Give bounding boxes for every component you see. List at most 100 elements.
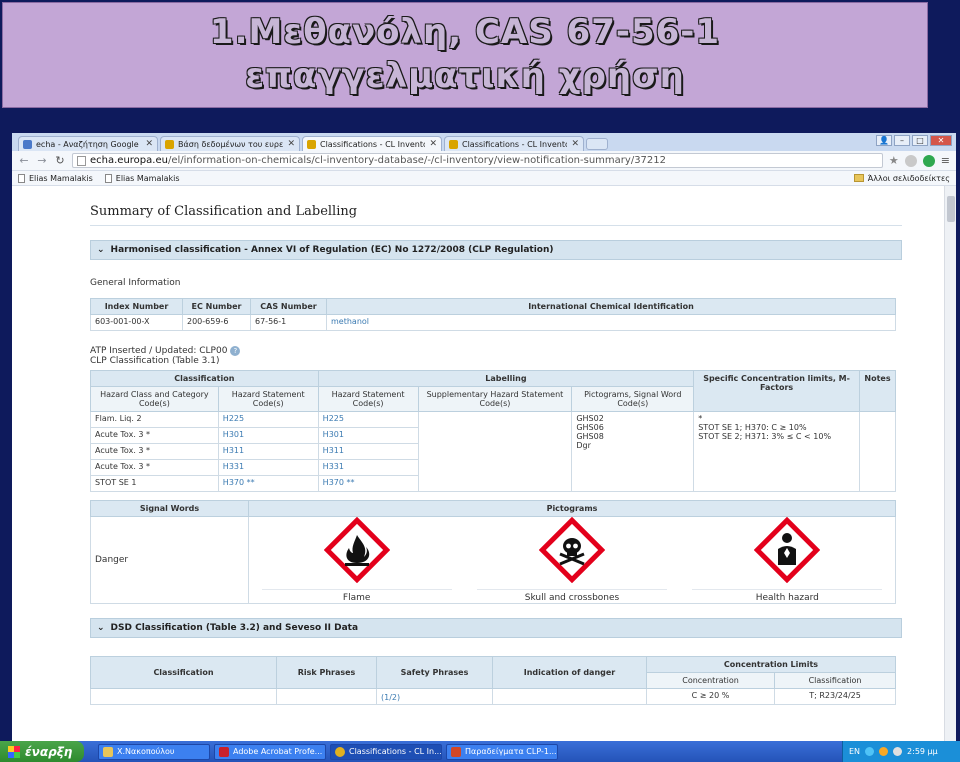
group-scl: Specific Concentration limits, M-Factors [693,370,860,412]
task-label: Classifications - CL In... [349,747,442,756]
page-viewport: Summary of Classification and Labelling … [12,186,956,741]
pictogram-row: Flame Skull and crossbones Health hazard [249,517,895,603]
start-button[interactable]: έναρξη [0,741,84,762]
back-icon[interactable]: ← [18,154,30,167]
tab-database[interactable]: Βάση δεδομένων του ευρετη ✕ [160,136,300,151]
limit-classification-value: T; R23/24/25 [774,688,896,705]
label-hazard-statement-link[interactable]: H331 [323,462,344,471]
system-tray: EN 2:59 μμ [842,741,960,762]
tab-classifications-active[interactable]: Classifications - CL Inventory ✕ [302,136,442,151]
col-cas-number: CAS Number [250,298,327,315]
bookmarks-bar: Elias Mamalakis Elias Mamalakis Άλλοι σε… [12,171,956,186]
acrobat-icon [219,746,229,757]
hazard-statement-link[interactable]: H370 ** [223,478,255,487]
close-icon[interactable]: ✕ [287,139,295,149]
pictogram-skull: Skull and crossbones [476,517,667,603]
page-content: Summary of Classification and Labelling … [90,186,902,705]
other-bookmarks[interactable]: Άλλοι σελιδοδείκτες [853,173,950,183]
tab-google-search[interactable]: echa - Αναζήτηση Google ✕ [18,136,158,151]
help-icon[interactable]: ? [230,346,241,356]
volume-icon[interactable] [893,747,903,756]
label-hazard-statement-link[interactable]: H225 [323,414,344,423]
pictogram-code: GHS06 [576,423,604,432]
browser-window: echa - Αναζήτηση Google ✕ Βάση δεδομένων… [12,133,956,741]
google-icon [23,139,32,149]
group-labelling: Labelling [317,370,695,387]
new-tab-button[interactable] [586,138,608,150]
minimize-button[interactable]: – [894,135,910,146]
window-controls: 👤 – □ ✕ [876,135,952,146]
bookmark-item[interactable]: Elias Mamalakis [18,173,93,183]
url-input[interactable]: echa.europa.eu/el/information-on-chemica… [72,153,883,168]
sync-icon[interactable] [922,154,935,167]
indication-cell [492,688,647,705]
label-hazard-statement-link[interactable]: H311 [323,446,344,455]
taskbar-item-chrome[interactable]: Classifications - CL In... [330,743,442,760]
tab-label: Classifications - CL Inventory [462,139,568,149]
col-pictograms-header: Pictograms [248,500,896,517]
taskbar-item-folder[interactable]: X.Νακοπούλου [98,743,210,760]
security-icon[interactable] [879,747,889,756]
maximize-button[interactable]: □ [912,135,928,146]
scl-cell: * STOT SE 1; H370: C ≥ 10% STOT SE 2; H3… [693,411,860,492]
bookmark-label: Elias Mamalakis [29,173,93,183]
pictogram-flame: Flame [261,517,452,603]
windows-taskbar: έναρξη X.Νακοπούλου Adobe Acrobat Profe.… [0,741,960,762]
bookmark-item[interactable]: Elias Mamalakis [104,173,180,183]
tab-classifications[interactable]: Classifications - CL Inventory ✕ [444,136,584,151]
harmonised-section-header[interactable]: ⌄ Harmonised classification - Annex VI o… [90,240,902,260]
risk-phrases-cell [276,688,377,705]
col-dsd-classification: Classification [90,656,277,689]
label-hazard-statement-link[interactable]: H370 ** [323,478,355,487]
health-hazard-icon [754,517,821,583]
chrome-icon [335,746,345,757]
slide-title-line1: 1.Μεθανόλη, CAS 67-56-1 [209,12,721,52]
hazard-class-cell: Acute Tox. 3 * [95,446,151,455]
hazard-statement-link[interactable]: H225 [223,414,244,423]
signal-word-code: Dgr [576,441,591,450]
hazard-statement-link[interactable]: H301 [223,430,244,439]
scrollbar-thumb[interactable] [947,196,955,222]
close-window-button[interactable]: ✕ [930,135,952,146]
reload-icon[interactable]: ↻ [54,154,66,167]
slide-title-banner: 1.Μεθανόλη, CAS 67-56-1 επαγγελματική χρ… [2,2,928,108]
chevron-down-icon: ⌄ [97,623,105,633]
index-number-value: 603-001-00-X [90,314,183,331]
network-icon[interactable] [865,747,875,756]
col-limit-classification: Classification [774,672,896,689]
pictogram-caption: Flame [261,589,452,603]
group-classification: Classification [90,370,319,387]
methanol-link[interactable]: methanol [331,317,369,326]
language-indicator[interactable]: EN [849,747,860,756]
pictogram-caption: Skull and crossbones [476,589,667,603]
vertical-scrollbar[interactable] [944,186,956,741]
windows-logo-icon [8,745,20,758]
close-icon[interactable]: ✕ [145,139,153,149]
user-icon[interactable]: 👤 [876,135,892,146]
col-signal-words: Signal Words [90,500,249,517]
hazard-statement-link[interactable]: H311 [223,446,244,455]
supplementary-cell [417,411,573,492]
powerpoint-icon [451,746,461,757]
hazard-class-cell: Acute Tox. 3 * [95,430,151,439]
close-icon[interactable]: ✕ [429,139,437,149]
other-bookmarks-label: Άλλοι σελιδοδείκτες [867,173,950,183]
chevron-down-icon: ⌄ [97,245,105,255]
signal-pictogram-table: Signal Words Pictograms Danger Flame Sku… [90,500,896,604]
label-hazard-statement-link[interactable]: H301 [323,430,344,439]
close-icon[interactable]: ✕ [571,139,579,149]
dsd-section-header[interactable]: ⌄ DSD Classification (Table 3.2) and Sev… [90,618,902,638]
tab-label: echa - Αναζήτηση Google [36,139,139,149]
safety-phrases-link[interactable]: (1/2) [381,693,400,702]
atp-info: ATP Inserted / Updated: CLP00 ? [90,346,902,356]
forward-icon[interactable]: → [36,154,48,167]
extension-icon[interactable] [904,154,917,167]
bookmark-star-icon[interactable]: ★ [889,154,899,167]
menu-icon[interactable]: ≡ [941,154,950,167]
taskbar-item-acrobat[interactable]: Adobe Acrobat Profe... [214,743,326,760]
notes-cell [858,411,897,492]
taskbar-item-powerpoint[interactable]: Παραδείγματα CLP-1... [446,743,558,760]
col-ec-number: EC Number [182,298,251,315]
hazard-statement-link[interactable]: H331 [223,462,244,471]
echa-icon [449,139,458,149]
